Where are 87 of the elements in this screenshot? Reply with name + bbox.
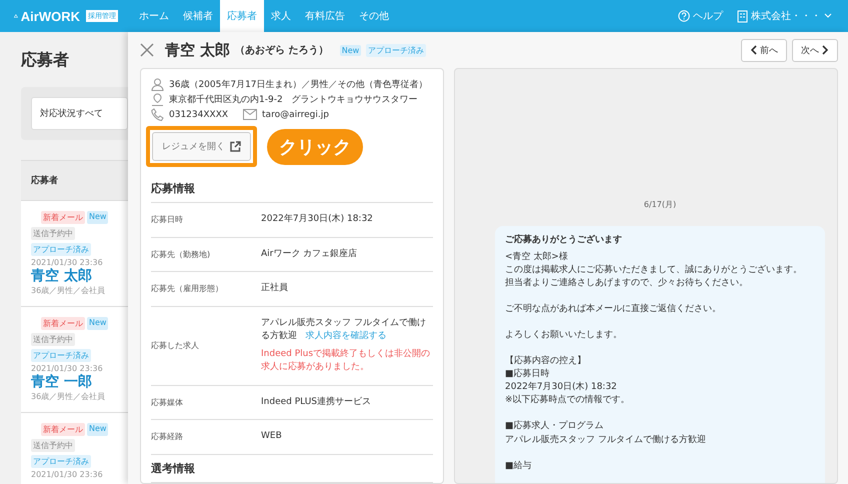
message-line: 2022年7月30日(木) 18:32 bbox=[505, 381, 618, 394]
status-tag: New bbox=[87, 317, 108, 330]
field-value: Indeed PLUS連携サービス bbox=[261, 396, 372, 408]
job-details-link[interactable]: 求人内容を確認する bbox=[306, 331, 387, 341]
status-tag: 送信予約中 bbox=[31, 333, 75, 346]
applicant-date: 2021/01/30 23:36 bbox=[31, 364, 104, 373]
status-tag: New bbox=[87, 423, 108, 436]
applicant-name: 青空 太郎 bbox=[165, 40, 230, 60]
page-title: 応募者 bbox=[21, 50, 70, 71]
applicant-profile: 36歳／男性／会社員 bbox=[31, 285, 106, 296]
chevron-right-icon bbox=[822, 45, 829, 55]
message-line: <青空 太郎>様 bbox=[505, 251, 569, 264]
field-label: 応募した求人 bbox=[151, 340, 200, 351]
message-line: よろしくお願いいたします。 bbox=[505, 329, 623, 342]
nav-tab[interactable]: その他 bbox=[352, 0, 396, 32]
next-button[interactable]: 次へ bbox=[792, 38, 838, 62]
close-icon[interactable] bbox=[140, 43, 154, 57]
section-title: 応募情報 bbox=[151, 175, 433, 203]
external-link-icon bbox=[230, 141, 241, 152]
profile-text: 36歳（2005年7月17日生まれ）／男性／その他（青色専従者） bbox=[169, 78, 428, 91]
message-line: ■応募日時 bbox=[505, 368, 551, 382]
applicant-date: 2021/01/30 23:36 bbox=[31, 470, 104, 479]
account-menu[interactable]: 株式会社・・・ bbox=[737, 9, 832, 23]
applicant-date: 2021/01/30 23:36 bbox=[31, 258, 104, 267]
status-tag: アプローチ済み bbox=[31, 243, 91, 256]
message-date: 6/17(月) bbox=[642, 199, 678, 210]
field-value: 正社員 bbox=[261, 282, 288, 295]
message-line: 【応募内容の控え】 bbox=[505, 355, 587, 368]
message-line: ■給与 bbox=[505, 460, 533, 473]
field-label: 応募媒体 bbox=[151, 396, 184, 408]
prev-button[interactable]: 前へ bbox=[741, 38, 787, 62]
resume-button[interactable]: レジュメを開く bbox=[152, 132, 251, 161]
field-value: 2022年7月30日(木) 18:32 bbox=[261, 213, 373, 226]
chevron-down-icon bbox=[824, 13, 832, 19]
applicant-card[interactable]: 新着メール New 送信予約中 アプローチ済み 2021/01/30 23:36 bbox=[21, 413, 128, 484]
message-line: アパレル販売スタッフ フルタイムで働ける方歓迎 bbox=[505, 434, 707, 447]
status-tag: アプローチ済み bbox=[31, 455, 91, 468]
status-tag: 新着メール bbox=[41, 211, 85, 224]
help-link[interactable]: ヘルプ bbox=[678, 9, 723, 23]
message-line: 担当者よりご連絡さしあげますので、少々お待ちください。 bbox=[505, 277, 749, 290]
status-filter[interactable]: 対応状況すべて bbox=[31, 97, 128, 130]
nav-tab[interactable]: 有料広告 bbox=[298, 0, 352, 32]
nav-tab[interactable]: 求人 bbox=[264, 0, 298, 32]
status-tag: 新着メール bbox=[41, 317, 85, 330]
phone-number: 031234XXXX bbox=[169, 110, 228, 120]
warning-text: Indeed Plusで掲載終了もしくは非公開の求人に応募がありました。 bbox=[261, 348, 432, 374]
applicant-card[interactable]: 新着メール New 送信予約中 アプローチ済み 2021/01/30 23:36 青空 一郎 36歳／男性／会社員 bbox=[21, 307, 128, 413]
field-label: 応募先（勤務地) bbox=[151, 248, 212, 260]
chevron-left-icon bbox=[750, 45, 757, 55]
status-tag: アプローチ済み bbox=[31, 349, 91, 362]
nav-tab[interactable]: 候補者 bbox=[176, 0, 220, 32]
email-address: taro@airregi.jp bbox=[262, 110, 329, 120]
nav-tab[interactable]: ホーム bbox=[132, 0, 176, 32]
status-tag: 送信予約中 bbox=[31, 227, 75, 240]
section-title: 選考情報 bbox=[151, 454, 433, 482]
field-label: 応募日時 bbox=[151, 214, 184, 226]
nav-tab[interactable]: 応募者 bbox=[220, 0, 264, 32]
list-header: 応募者 bbox=[21, 160, 128, 201]
person-icon bbox=[151, 78, 164, 91]
mail-icon bbox=[243, 109, 258, 120]
field-label: 応募経路 bbox=[151, 431, 184, 442]
field-value: Airワーク カフェ銀座店 bbox=[261, 248, 358, 260]
message-title: ご応募ありがとうございます bbox=[505, 234, 623, 247]
name-reading: （あおぞら たろう） bbox=[235, 44, 329, 57]
phone-icon bbox=[151, 108, 164, 121]
applicant-card[interactable]: 新着メール New 送信予約中 アプローチ済み 2021/01/30 23:36 青空 太郎 36歳／男性／会社員 bbox=[21, 201, 128, 307]
field-value: アパレル販売スタッフ フルタイムで働ける方歓迎 求人内容を確認する bbox=[261, 316, 427, 343]
brand-name: AirWORK bbox=[20, 8, 80, 24]
status-tag: New bbox=[87, 211, 108, 224]
field-label: 応募先（雇用形態） bbox=[151, 283, 224, 294]
message-line: ご不明な点があれば本メールに直接ご返信ください。 bbox=[505, 303, 722, 316]
status-tag: アプローチ済み bbox=[366, 44, 426, 56]
status-tag: 新着メール bbox=[41, 423, 85, 436]
applicant-name: 青空 太郎 bbox=[31, 267, 93, 285]
address-text: 東京都千代田区丸の内1-9-2 グラントウキョウサウスタワー bbox=[169, 94, 418, 106]
location-icon bbox=[151, 93, 164, 106]
callout-bubble: クリック bbox=[267, 128, 363, 164]
building-icon bbox=[737, 10, 748, 22]
message-line: ■応募求人・プログラム bbox=[505, 420, 605, 434]
status-tag: 送信予約中 bbox=[31, 439, 75, 452]
help-icon bbox=[678, 10, 690, 22]
status-tag: New bbox=[340, 44, 362, 56]
field-value: WEB bbox=[261, 430, 282, 443]
message-line: この度は掲載求人にご応募いただきまして、誠にありがとうございます。 bbox=[505, 264, 803, 278]
message-line: ※以下応募時点での情報です。 bbox=[505, 394, 631, 408]
applicant-name: 青空 一郎 bbox=[31, 373, 93, 391]
applicant-profile: 36歳／男性／会社員 bbox=[31, 391, 106, 402]
